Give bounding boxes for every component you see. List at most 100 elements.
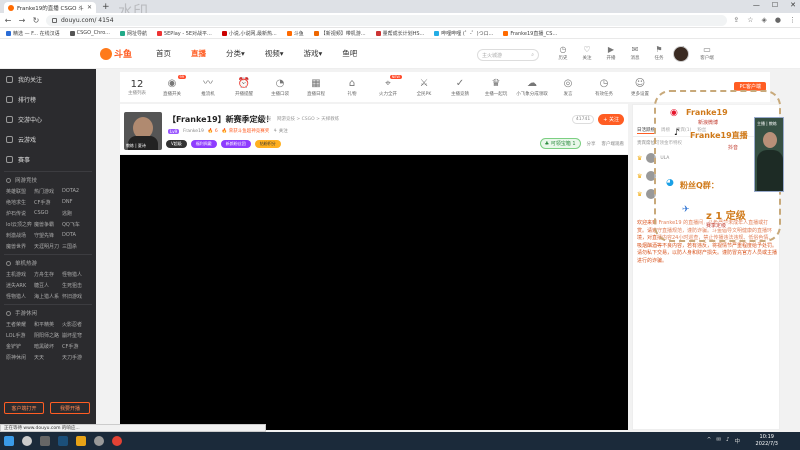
sidebar-category-link[interactable]: DOTA2 [62, 188, 90, 195]
toolbar-item[interactable]: ◷ 有效任务 [586, 78, 622, 97]
tray-icon[interactable]: ♪ [726, 437, 730, 445]
bookmark-item[interactable]: 【新视频】带机游... [313, 30, 366, 37]
treasure-box-button[interactable]: ♣ 可领宝箱 1 [539, 138, 581, 149]
tray-icon[interactable]: ^ [707, 437, 712, 445]
toolbar-item[interactable]: ⚔ 全民PK [406, 78, 442, 97]
toolbar-item[interactable]: ⌂ 礼物 [334, 78, 370, 97]
sidebar-category-link[interactable]: 魔兽世界 [6, 243, 34, 250]
tray-icon[interactable]: ✉ [716, 437, 721, 445]
bookmark-item[interactable]: 网址导航 [119, 30, 147, 37]
sidebar-category-link[interactable]: 怪物猎人 [62, 271, 90, 278]
steam-icon[interactable] [58, 436, 68, 446]
close-window-icon[interactable]: ✕ [790, 1, 796, 9]
sidebar-category-link[interactable]: 主机游戏 [6, 271, 34, 278]
sidebar-category-link[interactable]: 炉石传说 [6, 210, 34, 217]
tag-welfare[interactable]: 福利佩戴 [190, 140, 217, 148]
sidebar-section-title[interactable]: 网游竞技 [0, 174, 96, 186]
search-taskbar-icon[interactable] [22, 436, 32, 446]
toolbar-item[interactable]: ♛ 主播一起玩 [478, 78, 514, 97]
category-breadcrumb[interactable]: 网游竞技 > CSGO > 天梯教练 [277, 116, 339, 122]
tag-points[interactable]: 钻粉积分 [254, 140, 281, 148]
bookmark-item[interactable]: 斗鱼 [286, 30, 304, 37]
profile-icon[interactable]: ● [775, 16, 781, 24]
header-icon-button[interactable]: ✉ 消息 [625, 45, 645, 61]
open-client-button[interactable]: 客户端打开 [4, 402, 44, 414]
header-icon-button[interactable]: ⚑ 任务 [649, 45, 669, 61]
sidebar-category-link[interactable]: 怪物猎人 [6, 293, 34, 300]
toolbar-item[interactable]: ◉ 直播开关 99 [154, 74, 190, 97]
nav-item[interactable]: 分类▾ [226, 48, 245, 59]
anchor-name[interactable]: Franke19 [183, 129, 204, 134]
sidebar-category-link[interactable]: 魔兽争霸 [34, 221, 62, 228]
minimize-icon[interactable]: — [753, 1, 760, 9]
sidebar-category-link[interactable]: 天天 [34, 354, 62, 361]
share-icon[interactable]: ⇪ [733, 16, 739, 24]
toolbar-item[interactable]: ⏰ 开播提醒 [226, 78, 262, 97]
sidebar-category-link[interactable]: 热门游戏 [34, 188, 62, 195]
chrome-icon[interactable] [112, 436, 122, 446]
sidebar-section-title[interactable]: 单机热游 [0, 257, 96, 269]
sidebar-category-link[interactable]: 火影忍者 [62, 321, 90, 328]
browser-tab[interactable]: Franke19的直播 CSGO 斗鱼 - 超... ✕ [4, 2, 96, 13]
bookmark-item[interactable]: CSGO_Chro... [69, 30, 110, 36]
douyu-logo[interactable]: 斗鱼 [100, 46, 134, 62]
sidebar-item[interactable]: 交游中心 [0, 109, 96, 129]
client-view-button[interactable]: 客户端观看 [602, 141, 625, 147]
sidebar-category-link[interactable]: 逃跑 [62, 210, 90, 217]
folder-icon[interactable] [76, 436, 86, 446]
sidebar-category-link[interactable]: 天刀手游 [62, 354, 90, 361]
bookmark-item[interactable]: 量帮成长计划HS... [375, 30, 424, 37]
taskbar-clock[interactable]: 10:19 2022/7/3 [756, 434, 778, 448]
nav-item[interactable]: 直播 [191, 48, 206, 59]
sidebar-category-link[interactable]: DOTA [62, 232, 90, 239]
follow-button[interactable]: + 关注 [598, 114, 624, 125]
sidebar-category-link[interactable]: 天涯明月刀 [34, 243, 62, 250]
header-icon-button[interactable]: ▶ 开播 [601, 45, 621, 61]
star-icon[interactable]: ☆ [747, 16, 753, 24]
sidebar-category-link[interactable]: DNF [62, 199, 90, 206]
sidebar-category-link[interactable]: 刺激战场 [6, 232, 34, 239]
share-button[interactable]: 分享 [587, 141, 596, 147]
anchor-avatar[interactable]: 教练 | 夏诗 [124, 112, 162, 150]
sidebar-category-link[interactable]: 生死狙击 [62, 282, 90, 289]
sidebar-category-link[interactable]: LOL手游 [6, 332, 34, 339]
sidebar-category-link[interactable]: CF手游 [34, 199, 62, 206]
menu-icon[interactable]: ⋮ [789, 16, 796, 24]
search-box[interactable]: 主火城游 ⌕ [477, 49, 539, 61]
bookmark-item[interactable]: Franke19直播_CS... [503, 30, 557, 37]
sidebar-category-link[interactable]: 暗黑破坏 [34, 343, 62, 350]
extension-icon[interactable]: ◈ [762, 16, 767, 24]
sidebar-category-link[interactable]: 绝地求生 [6, 199, 34, 206]
bookmark-item[interactable]: 小说,小说网,最新热... [221, 30, 277, 37]
back-icon[interactable]: ← [4, 16, 12, 25]
search-icon[interactable]: ⌕ [531, 52, 534, 58]
sidebar-item[interactable]: 排行榜 [0, 89, 96, 109]
task-view-icon[interactable] [40, 436, 50, 446]
sidebar-category-link[interactable]: 海上猎人系 [34, 293, 62, 300]
anchor-list-count[interactable]: 12 主播列表 [120, 79, 154, 96]
maximize-icon[interactable]: ☐ [772, 1, 778, 9]
sidebar-item[interactable]: 云游戏 [0, 129, 96, 149]
sidebar-section-title[interactable]: 手游休闲 [0, 307, 96, 319]
sidebar-category-link[interactable]: QQ飞车 [62, 221, 90, 228]
toolbar-item[interactable]: ◎ 发言 [550, 78, 586, 97]
toolbar-item[interactable]: ✓ 主播竞猜 [442, 78, 478, 97]
sidebar-category-link[interactable]: 英雄联盟 [6, 188, 34, 195]
nav-item[interactable]: 游戏▾ [304, 48, 323, 59]
sidebar-category-link[interactable]: 崩坏星穹 [62, 332, 90, 339]
sidebar-category-link[interactable]: 迷失ARK [6, 282, 34, 289]
header-icon-button[interactable]: ▭ 客户端 [697, 45, 717, 61]
bookmark-item[interactable]: 哔哩哔哩 (゜-゜)つロ... [434, 30, 493, 37]
header-icon-button[interactable]: ◷ 历史 [553, 45, 573, 61]
obs-icon[interactable] [94, 436, 104, 446]
nav-item[interactable]: 鱼吧 [342, 48, 357, 59]
sidebar-category-link[interactable]: CSGO [34, 210, 62, 217]
toolbar-item[interactable]: 〰推流机 [190, 78, 226, 97]
bookmark-item[interactable]: 5EPlay - 5E对战平... [156, 30, 212, 37]
sidebar-category-link[interactable]: 阴阳师之路 [34, 332, 62, 339]
tray-icon[interactable]: 中 [734, 437, 740, 445]
sidebar-category-link[interactable]: 糖豆人 [34, 282, 62, 289]
reload-icon[interactable]: ↻ [32, 16, 40, 25]
toolbar-item[interactable]: ☁ 小飞象分成领取 [514, 78, 550, 97]
close-tab-icon[interactable]: ✕ [87, 4, 92, 11]
